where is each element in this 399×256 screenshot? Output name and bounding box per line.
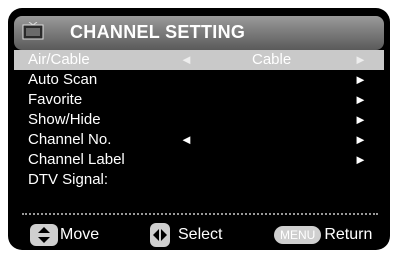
right-arrow-icon[interactable]: ► <box>354 90 367 110</box>
page-title: CHANNEL SETTING <box>70 22 246 42</box>
air-cable-value: Cable <box>252 51 292 68</box>
menu-item-label: Channel No. <box>28 131 112 148</box>
right-arrow-icon[interactable]: ► <box>354 110 367 130</box>
return-hint: MENU Return <box>274 222 372 248</box>
title-bar: CHANNEL SETTING <box>14 16 384 50</box>
menu-item-label: Auto Scan <box>28 71 98 88</box>
right-arrow-icon[interactable]: ► <box>354 50 367 70</box>
menu-item-auto-scan[interactable]: Auto Scan ► <box>14 70 384 90</box>
footer-hints: Move Select MENU Return <box>8 220 390 248</box>
menu-item-label: Air/Cable <box>28 51 90 68</box>
osd-screen: CHANNEL SETTING Air/Cable ◄ Cable ► Auto… <box>8 8 390 250</box>
left-right-key-icon <box>150 223 170 247</box>
select-label: Select <box>178 226 223 243</box>
return-label: Return <box>324 226 373 243</box>
left-arrow-icon[interactable]: ◄ <box>180 130 193 150</box>
channel-menu: Air/Cable ◄ Cable ► Auto Scan ► Favorite… <box>14 50 384 190</box>
tv-icon <box>22 22 44 40</box>
footer-divider <box>22 213 378 215</box>
menu-item-label: Show/Hide <box>28 111 101 128</box>
menu-item-channel-label[interactable]: Channel Label ► <box>14 150 384 170</box>
right-arrow-icon[interactable]: ► <box>354 130 367 150</box>
move-label: Move <box>60 226 100 243</box>
right-arrow-icon[interactable]: ► <box>354 70 367 90</box>
menu-item-dtv-signal[interactable]: DTV Signal: <box>14 170 384 190</box>
menu-item-label: DTV Signal: <box>28 171 109 188</box>
menu-item-label: Channel Label <box>28 151 125 168</box>
left-arrow-icon[interactable]: ◄ <box>180 50 193 70</box>
menu-item-favorite[interactable]: Favorite ► <box>14 90 384 110</box>
menu-item-show-hide[interactable]: Show/Hide ► <box>14 110 384 130</box>
menu-item-channel-no[interactable]: Channel No. ◄ ► <box>14 130 384 150</box>
right-arrow-icon[interactable]: ► <box>354 150 367 170</box>
menu-item-air-cable[interactable]: Air/Cable ◄ Cable ► <box>14 50 384 70</box>
menu-item-label: Favorite <box>28 91 83 108</box>
menu-key-icon: MENU <box>274 226 322 244</box>
up-down-key-icon <box>30 224 58 246</box>
move-hint: Move <box>30 222 99 248</box>
select-hint: Select <box>150 222 222 248</box>
